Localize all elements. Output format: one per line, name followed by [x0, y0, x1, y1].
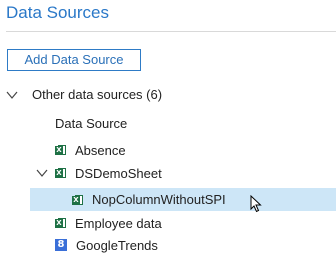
mouse-pointer-icon	[250, 194, 262, 218]
tree-item-label: DSDemoSheet	[75, 165, 162, 181]
tree-item-googletrends[interactable]: 8 GoogleTrends	[55, 234, 158, 256]
page-title: Data Sources	[6, 3, 109, 22]
chevron-down-icon[interactable]	[6, 88, 18, 100]
tree-item-employee-data[interactable]: X Employee data	[55, 212, 162, 234]
header-divider	[6, 31, 336, 32]
excel-icon: X	[55, 167, 66, 179]
tree-item-label: GoogleTrends	[76, 237, 158, 253]
excel-icon: X	[72, 194, 83, 206]
chevron-down-icon[interactable]	[36, 167, 48, 179]
tree-item-label: Absence	[75, 142, 126, 158]
tree-item-nopcolumnwithoutspi[interactable]: X NopColumnWithoutSPI	[30, 188, 336, 211]
group-label: Other data sources (6)	[32, 86, 163, 102]
google-icon: 8	[55, 239, 67, 251]
tree-item-label: NopColumnWithoutSPI	[92, 192, 226, 207]
excel-icon: X	[55, 144, 66, 156]
excel-icon: X	[55, 217, 66, 229]
add-data-source-button[interactable]: Add Data Source	[7, 49, 141, 71]
group-other-data-sources[interactable]: Other data sources (6)	[6, 84, 162, 104]
tree-item-label: Employee data	[75, 215, 162, 231]
tree-item-dsdemosheet[interactable]: X DSDemoSheet	[36, 162, 162, 184]
column-header-data-source: Data Source	[55, 116, 128, 131]
tree-item-absence[interactable]: X Absence	[55, 139, 126, 161]
